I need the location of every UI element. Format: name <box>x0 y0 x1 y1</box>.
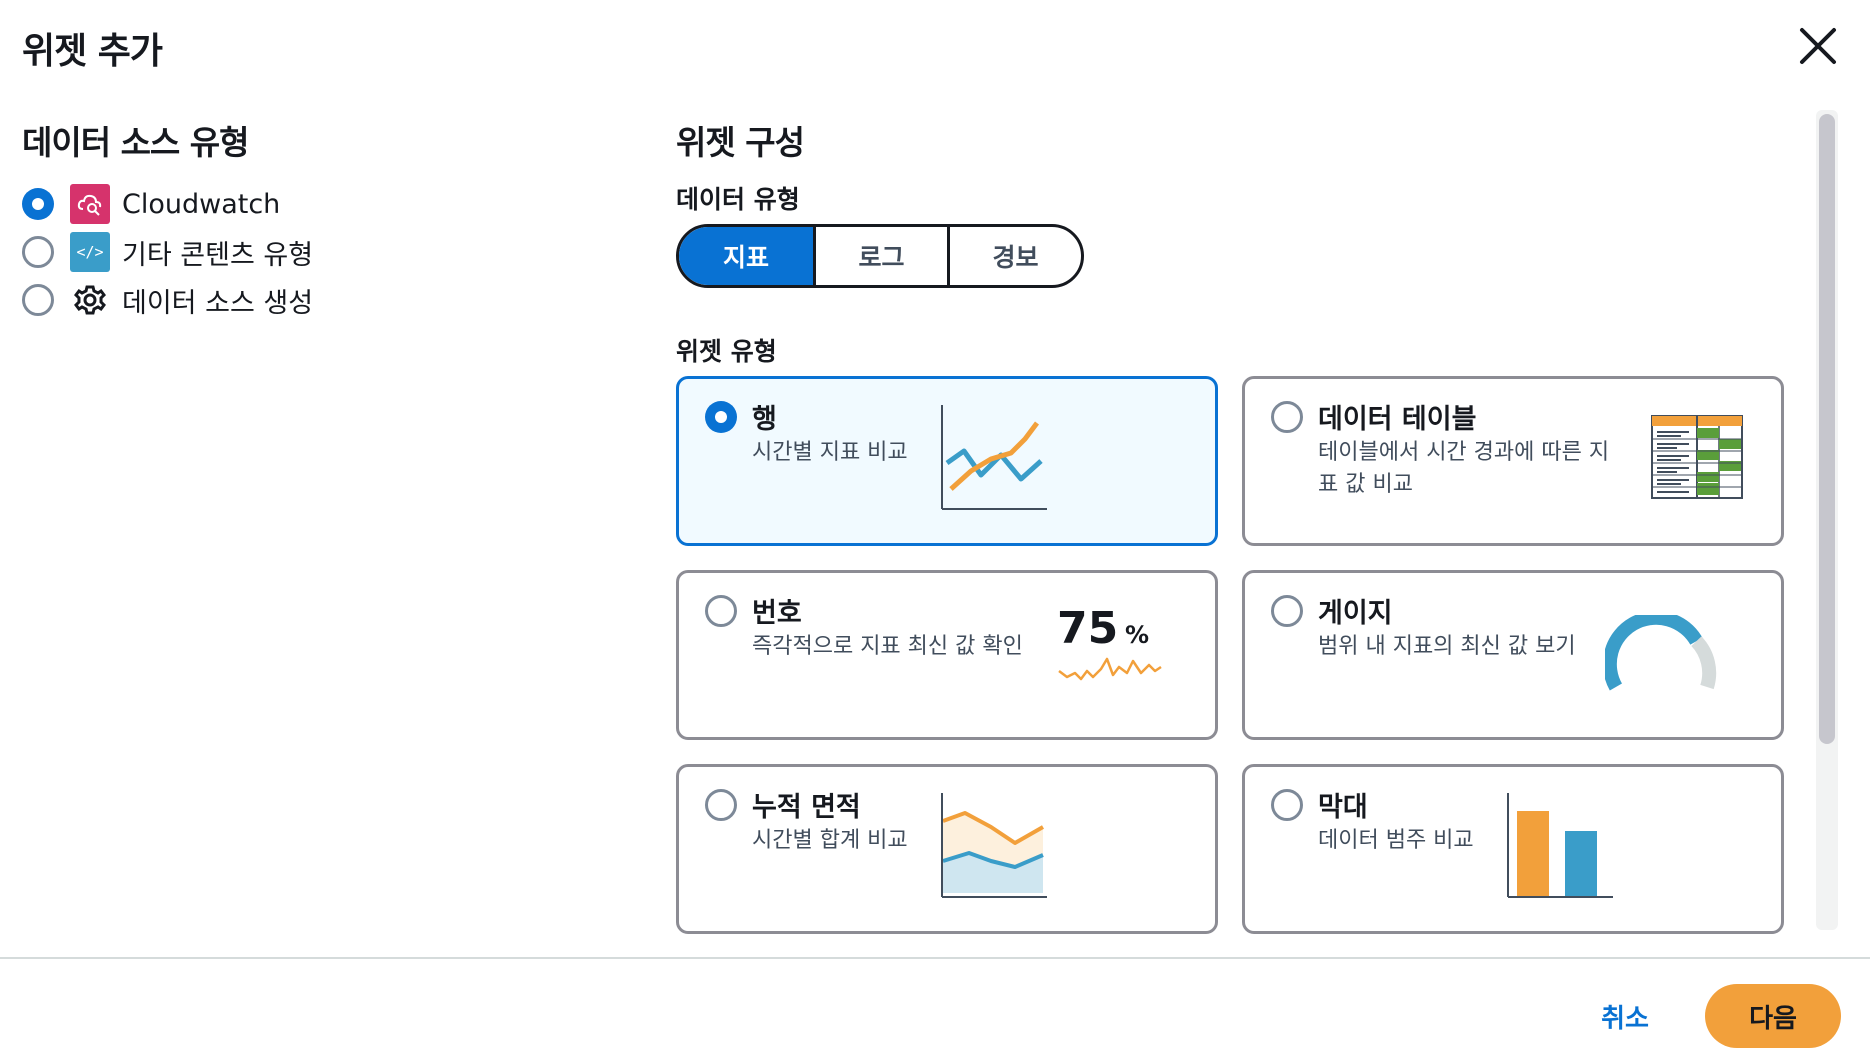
card-title: 행 <box>752 404 777 435</box>
card-title: 막대 <box>1318 792 1368 823</box>
number-icon: 75 % <box>1057 603 1162 681</box>
source-option-create[interactable]: 데이터 소스 생성 <box>22 280 313 320</box>
radio-line[interactable] <box>705 401 737 433</box>
card-description-line: 표 값 비교 <box>1318 472 1413 497</box>
radio-create-source[interactable] <box>22 284 54 316</box>
card-title: 데이터 테이블 <box>1318 404 1477 435</box>
close-icon <box>1800 28 1836 64</box>
gauge-icon <box>1605 615 1717 691</box>
code-icon: </> <box>70 232 110 272</box>
radio-bar[interactable] <box>1271 789 1303 821</box>
widget-card-bar[interactable]: 막대 데이터 범주 비교 <box>1242 764 1784 934</box>
card-title: 번호 <box>752 598 802 629</box>
radio-data-table[interactable] <box>1271 401 1303 433</box>
widget-card-data-table[interactable]: 데이터 테이블 테이블에서 시간 경과에 따른 지 표 값 비교 <box>1242 376 1784 546</box>
card-description: 시간별 지표 비교 <box>752 440 908 465</box>
radio-other-content[interactable] <box>22 236 54 268</box>
source-option-other-content[interactable]: </> 기타 콘텐츠 유형 <box>22 232 313 272</box>
radio-cloudwatch[interactable] <box>22 188 54 220</box>
radio-gauge[interactable] <box>1271 595 1303 627</box>
cancel-button[interactable]: 취소 <box>1575 990 1675 1042</box>
source-label: 기타 콘텐츠 유형 <box>122 239 314 271</box>
card-description: 즉각적으로 지표 최신 값 확인 <box>752 634 1023 659</box>
card-description: 범위 내 지표의 최신 값 보기 <box>1318 634 1576 659</box>
close-button[interactable] <box>1796 24 1840 68</box>
widget-card-number[interactable]: 번호 즉각적으로 지표 최신 값 확인 75 % <box>676 570 1218 740</box>
card-description: 시간별 합계 비교 <box>752 828 908 853</box>
scrollbar-thumb[interactable] <box>1819 114 1835 744</box>
source-label: 데이터 소스 생성 <box>122 287 314 319</box>
stacked-area-icon <box>941 793 1047 898</box>
widget-config-heading: 위젯 구성 <box>676 123 805 162</box>
widget-card-stacked-area[interactable]: 누적 면적 시간별 합계 비교 <box>676 764 1218 934</box>
card-description: 데이터 범주 비교 <box>1318 828 1474 853</box>
source-label: Cloudwatch <box>122 188 281 220</box>
source-option-cloudwatch[interactable]: Cloudwatch <box>22 184 280 224</box>
radio-number[interactable] <box>705 595 737 627</box>
data-type-segmented-control: 지표 로그 경보 <box>676 224 1084 288</box>
radio-stacked-area[interactable] <box>705 789 737 821</box>
card-title: 누적 면적 <box>752 792 861 823</box>
footer-divider <box>0 957 1870 959</box>
segment-alarms[interactable]: 경보 <box>947 227 1081 285</box>
table-icon <box>1651 415 1743 499</box>
scrollbar[interactable] <box>1816 110 1838 930</box>
widget-type-label: 위젯 유형 <box>676 337 777 366</box>
card-description-line: 테이블에서 시간 경과에 따른 지 <box>1318 440 1610 465</box>
data-type-label: 데이터 유형 <box>676 185 800 214</box>
widget-card-line[interactable]: 행 시간별 지표 비교 <box>676 376 1218 546</box>
cloudwatch-icon <box>70 184 110 224</box>
next-button[interactable]: 다음 <box>1705 984 1841 1048</box>
line-chart-icon <box>941 405 1047 510</box>
dialog-title: 위젯 추가 <box>22 31 163 72</box>
widget-card-gauge[interactable]: 게이지 범위 내 지표의 최신 값 보기 <box>1242 570 1784 740</box>
gear-icon <box>70 280 110 320</box>
svg-text:</>: </> <box>76 243 103 261</box>
segment-logs[interactable]: 로그 <box>813 227 947 285</box>
sample-number-unit: % <box>1125 621 1149 649</box>
segment-metrics[interactable]: 지표 <box>679 227 813 285</box>
bar-chart-icon <box>1507 793 1613 898</box>
card-description: 테이블에서 시간 경과에 따른 지 표 값 비교 <box>1318 437 1609 501</box>
card-title: 게이지 <box>1318 598 1393 629</box>
sample-number-value: 75 <box>1057 603 1118 654</box>
data-source-heading: 데이터 소스 유형 <box>22 123 249 162</box>
